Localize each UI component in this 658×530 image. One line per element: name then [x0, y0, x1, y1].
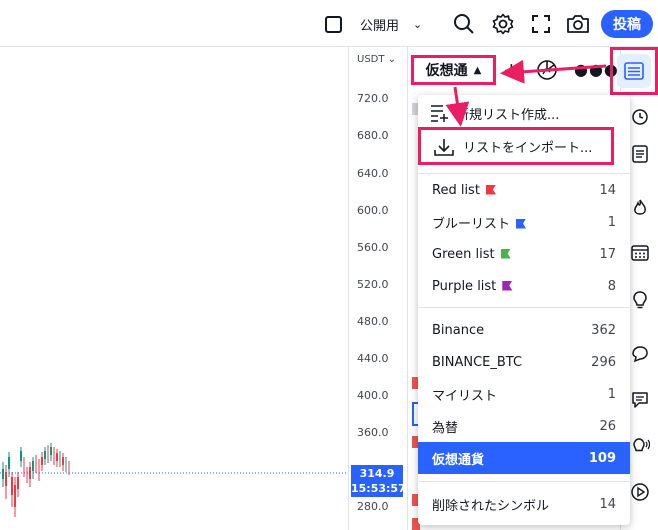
list-item-crypto-selected[interactable]: 仮想通貨 109: [418, 442, 630, 474]
current-list-name: 仮想通: [425, 63, 468, 79]
top-toolbar: 公開用 ⌄ 投稿: [0, 0, 658, 47]
menu-divider: [418, 481, 630, 482]
price-tick: 360.0: [357, 426, 389, 439]
list-count: 109: [588, 450, 616, 466]
list-count: 14: [599, 182, 616, 198]
fullscreen-icon[interactable]: [528, 10, 554, 38]
list-item-green[interactable]: Green list 17: [418, 238, 630, 270]
visibility-label: 公開用: [360, 18, 400, 34]
price-tick: 400.0: [357, 389, 389, 402]
download-icon: [433, 137, 455, 161]
price-tick: 720.0: [357, 92, 389, 105]
square-icon[interactable]: [322, 10, 344, 38]
import-list-label: リストをインポート...: [463, 140, 593, 156]
list-count: 1: [607, 214, 616, 230]
camera-icon[interactable]: [565, 10, 591, 38]
list-label: Red list: [432, 182, 480, 198]
watchlist-selector[interactable]: 仮想通 ▲: [411, 55, 496, 85]
list-label: 為替: [432, 420, 459, 436]
list-item-binance[interactable]: Binance 362: [418, 314, 630, 346]
price-tick: 680.0: [357, 129, 389, 142]
list-label: マイリスト: [432, 388, 498, 404]
price-axis[interactable]: USDT ⌄ 720.0 680.0 640.0 600.0 560.0 520…: [348, 47, 406, 530]
list-count: 362: [591, 322, 616, 338]
list-item-purple[interactable]: Purple list 8: [418, 270, 630, 302]
price-tick: 600.0: [357, 204, 389, 217]
purple-flag-icon: [502, 280, 513, 291]
create-new-list-item[interactable]: 新規リスト作成...: [418, 97, 630, 129]
list-count: 296: [591, 354, 616, 370]
deleted-symbols-item[interactable]: 削除されたシンボル 14: [418, 488, 630, 520]
watchlist-menu: 新規リスト作成... リストをインポート... Red list 14 ブルーリ…: [418, 95, 630, 525]
watchlist-icon[interactable]: [610, 47, 658, 95]
post-button[interactable]: 投稿: [601, 10, 653, 38]
currency-unit[interactable]: USDT ⌄: [357, 54, 396, 65]
price-tick: 440.0: [357, 352, 389, 365]
price-tick: 640.0: [357, 167, 389, 180]
list-count: 14: [599, 496, 616, 512]
list-item-binance-btc[interactable]: BINANCE_BTC 296: [418, 346, 630, 378]
list-label: 仮想通貨: [432, 452, 485, 468]
list-item-forex[interactable]: 為替 26: [418, 410, 630, 442]
new-list-icon: [430, 104, 450, 126]
menu-divider: [418, 307, 630, 308]
list-count: 1: [607, 386, 616, 402]
blue-flag-icon: [516, 218, 527, 229]
add-symbol-icon[interactable]: +: [503, 58, 520, 82]
price-chart[interactable]: [0, 47, 348, 530]
list-count: 17: [599, 246, 616, 262]
search-icon[interactable]: [451, 10, 477, 38]
visibility-dropdown[interactable]: 公開用 ⌄: [360, 10, 440, 38]
import-list-item[interactable]: リストをインポート...: [418, 127, 614, 165]
list-count: 8: [607, 278, 616, 294]
list-label: BINANCE_BTC: [432, 354, 523, 370]
red-flag-icon: [485, 184, 496, 195]
chevron-up-icon: ▲: [473, 64, 482, 76]
bar-countdown: 15:53:57: [351, 482, 406, 495]
pie-chart-icon[interactable]: [535, 58, 559, 82]
price-tick: 480.0: [357, 315, 389, 328]
list-label: ブルーリスト: [432, 216, 511, 232]
price-tick: 520.0: [357, 278, 389, 291]
create-new-list-label: 新規リスト作成...: [456, 107, 560, 123]
list-item-my-list[interactable]: マイリスト 1: [418, 378, 630, 410]
list-label: 削除されたシンボル: [432, 498, 550, 514]
chevron-down-icon: ⌄: [413, 17, 423, 31]
green-flag-icon: [500, 248, 511, 259]
price-tick: 280.0: [357, 500, 389, 513]
last-price: 314.9: [359, 467, 395, 480]
gear-icon[interactable]: [490, 10, 516, 38]
list-label: Green list: [432, 246, 495, 262]
list-item-red[interactable]: Red list 14: [418, 174, 630, 206]
price-tick: 560.0: [357, 241, 389, 254]
candlestick-series: [0, 443, 348, 517]
last-price-label: 314.9 15:53:57: [351, 465, 406, 497]
list-label: Purple list: [432, 278, 497, 294]
list-count: 26: [599, 418, 616, 434]
list-item-blue[interactable]: ブルーリスト 1: [418, 206, 630, 238]
list-label: Binance: [432, 322, 485, 338]
